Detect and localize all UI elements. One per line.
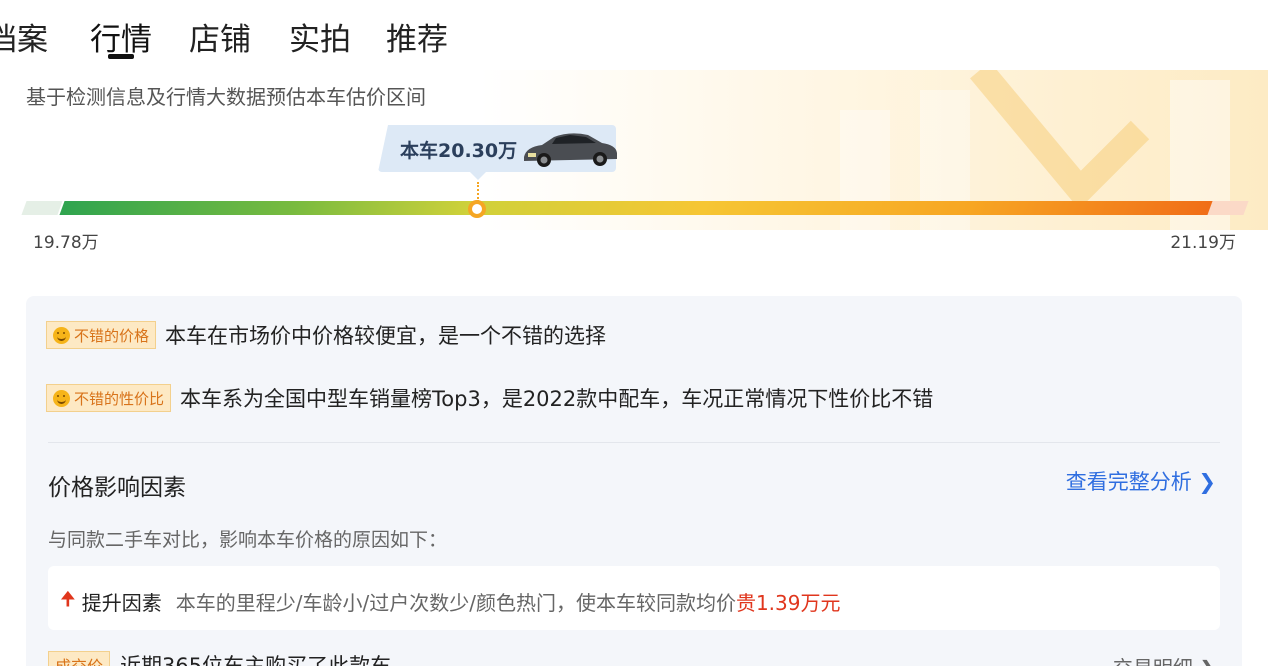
tab-archive[interactable]: 档案 xyxy=(0,14,48,59)
view-full-analysis-link[interactable]: 查看完整分析 ❯ xyxy=(1066,466,1216,496)
evaluation-badge-label: 不错的价格 xyxy=(74,326,150,345)
range-max-price: 21.19万 xyxy=(1170,233,1236,253)
factor-price-diff: 贵1.39万元 xyxy=(735,590,841,615)
card-divider xyxy=(48,442,1220,443)
tab-market[interactable]: 行情 xyxy=(90,14,152,59)
factor-label: 提升因素 xyxy=(81,590,162,615)
range-bar-left-cap xyxy=(21,201,63,215)
range-bar-right-cap xyxy=(1207,201,1249,215)
tab-store[interactable]: 店铺 xyxy=(189,14,251,59)
evaluation-badge: 不错的价格 xyxy=(46,321,157,349)
tab-photos[interactable]: 实拍 xyxy=(289,14,351,59)
estimate-subtitle: 基于检测信息及行情大数据预估本车估价区间 xyxy=(26,85,426,109)
evaluation-text: 本车在市场价中价格较便宜，是一个不错的选择 xyxy=(165,324,607,348)
range-min-price: 19.78万 xyxy=(33,233,99,253)
tab-recommend[interactable]: 推荐 xyxy=(386,14,448,59)
deal-badge: 成交价 xyxy=(48,651,111,666)
range-bar-gradient xyxy=(59,201,1229,215)
this-car-price-marker xyxy=(468,200,486,218)
deal-summary-row: 成交价 近期365位车主购买了此款车 xyxy=(48,650,391,666)
price-tag-pointer xyxy=(470,172,486,180)
price-factors-description: 与同款二手车对比，影响本车价格的原因如下： xyxy=(48,529,448,551)
price-range-bar xyxy=(21,199,1249,217)
deal-text: 近期365位车主购买了此款车 xyxy=(120,654,392,666)
active-tab-indicator xyxy=(108,54,134,59)
factor-detail: 本车的里程少/车龄小/过户次数少/颜色热门，使本车较同款均价 xyxy=(175,590,736,615)
evaluation-badge-label: 不错的性价比 xyxy=(74,389,165,408)
price-factors-title: 价格影响因素 xyxy=(48,475,186,501)
price-up-factor: 🠉 提升因素 本车的里程少/车龄小/过户次数少/颜色热门，使本车较同款均价 贵1… xyxy=(60,585,840,617)
this-car-price-label: 本车20.30万 xyxy=(400,140,518,162)
smile-icon xyxy=(53,326,70,344)
evaluation-row: 不错的价格 本车在市场价中价格较便宜，是一个不错的选择 xyxy=(46,320,606,350)
car-icon xyxy=(524,133,617,167)
smile-icon xyxy=(53,389,70,407)
transaction-details-link[interactable]: 交易明细 ❯ xyxy=(1113,652,1216,666)
arrow-up-icon: 🠉 xyxy=(60,588,76,610)
evaluation-badge: 不错的性价比 xyxy=(46,384,172,412)
evaluation-text: 本车系为全国中型车销量榜Top3，是2022款中配车，车况正常情况下性价比不错 xyxy=(180,387,934,411)
evaluation-row: 不错的性价比 本车系为全国中型车销量榜Top3，是2022款中配车，车况正常情况… xyxy=(46,383,933,413)
